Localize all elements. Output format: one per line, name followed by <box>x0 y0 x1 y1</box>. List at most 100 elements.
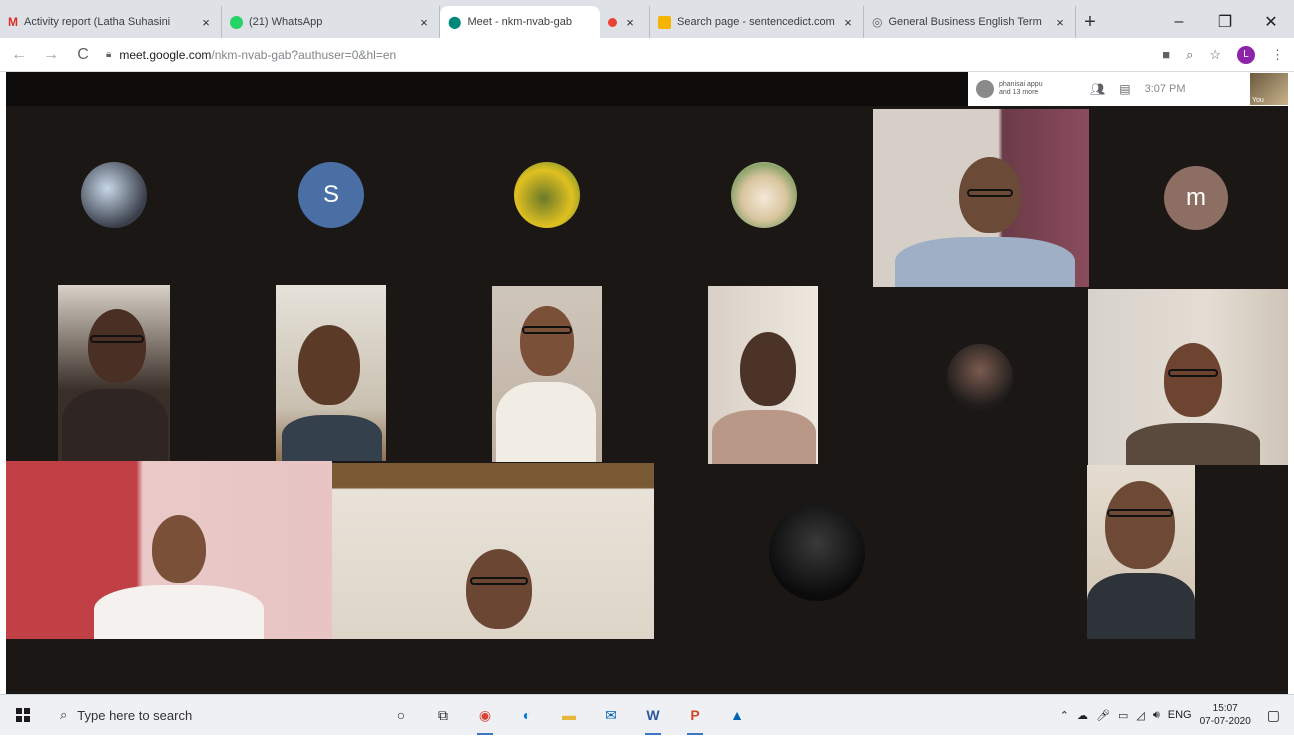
tab-general-business[interactable]: ◎ General Business English Term × <box>864 6 1076 38</box>
participant-glasses <box>1107 509 1173 517</box>
window-controls: – ❐ ✕ <box>1156 6 1294 38</box>
participant-glasses <box>967 189 1013 197</box>
powerpoint-icon[interactable]: P <box>684 704 706 735</box>
participant-video <box>6 461 332 639</box>
tab-label: (21) WhatsApp <box>249 16 323 28</box>
tab-label: Activity report (Latha Suhasini <box>24 16 171 28</box>
back-button[interactable]: ← <box>10 46 28 64</box>
forward-button[interactable]: → <box>42 46 60 64</box>
reload-button[interactable]: C <box>74 46 92 64</box>
mail-icon[interactable]: ✉ <box>600 704 622 726</box>
profile-avatar[interactable]: L <box>1237 45 1255 64</box>
avatar-letter: m <box>1186 184 1206 211</box>
battery-icon[interactable]: ▭ <box>1118 709 1128 722</box>
tab-label: General Business English Term <box>888 16 1042 28</box>
participant-body <box>282 415 382 461</box>
sentencedict-icon <box>658 15 671 29</box>
wifi-icon[interactable]: ◿ <box>1136 709 1144 722</box>
windows-taskbar: ⌕ Type here to search ○ ⧉ ◉ ◐ ▬ ✉ W P ▲ … <box>0 694 1294 735</box>
participant-video <box>873 109 1089 287</box>
windows-logo-icon <box>16 708 30 722</box>
participant-face <box>152 515 206 583</box>
close-tab-icon[interactable]: × <box>417 15 431 30</box>
close-window-icon[interactable]: ✕ <box>1248 12 1294 32</box>
participant-avatar-dark <box>769 505 865 601</box>
bookmark-star-icon[interactable]: ☆ <box>1209 47 1221 63</box>
close-tab-icon[interactable]: × <box>623 15 637 30</box>
microphone-icon[interactable]: 🎤︎ <box>1096 709 1110 722</box>
participant-video <box>332 463 654 639</box>
participant-avatar-m: m <box>1164 166 1228 230</box>
self-view-thumbnail[interactable]: You <box>1250 73 1288 105</box>
action-center-icon[interactable]: ▢ <box>1267 707 1280 724</box>
restore-icon[interactable]: ❐ <box>1202 12 1248 32</box>
participant-face <box>520 306 574 376</box>
recording-icon <box>608 17 617 27</box>
participant-avatar-photo <box>81 162 147 228</box>
onedrive-icon[interactable]: ☁ <box>1077 709 1088 722</box>
close-tab-icon[interactable]: × <box>841 15 855 30</box>
url-path: /nkm-nvab-gab?authuser=0&hl=en <box>211 47 397 62</box>
clock-date: 07-07-2020 <box>1199 716 1251 727</box>
taskbar-clock[interactable]: 15:07 07-07-2020 <box>1200 702 1251 728</box>
chat-icon[interactable]: ▤ <box>1119 82 1130 96</box>
tab-meet[interactable]: ⬤ Meet - nkm-nvab-gab <box>440 6 600 38</box>
address-bar[interactable]: 🔒︎ meet.google.com/nkm-nvab-gab?authuser… <box>106 48 1148 62</box>
participant-video <box>1088 289 1288 465</box>
participant-face <box>740 332 796 406</box>
tab-whatsapp[interactable]: (21) WhatsApp × <box>222 6 440 38</box>
start-button[interactable] <box>0 695 46 736</box>
participant-glasses <box>1168 369 1218 377</box>
participant-body <box>496 382 596 462</box>
edge-icon[interactable]: ◐ <box>516 704 538 726</box>
menu-kebab-icon[interactable]: ⋮ <box>1271 47 1284 63</box>
tab-recording[interactable]: × <box>600 6 650 38</box>
meet-clock: 3:07 PM <box>1144 83 1186 95</box>
volume-icon[interactable]: 🔊︎ <box>1153 709 1160 722</box>
participant-video <box>708 286 818 464</box>
word-icon[interactable]: W <box>642 704 664 735</box>
participant-avatar-s: S <box>298 162 364 228</box>
participants-line1: phanisai appu <box>999 81 1043 88</box>
whatsapp-icon <box>230 15 243 29</box>
task-view-icon[interactable]: ⧉ <box>432 704 454 726</box>
tab-sentencedict[interactable]: Search page - sentencedict.com × <box>650 6 864 38</box>
minimize-icon[interactable]: – <box>1156 13 1202 31</box>
taskbar-search[interactable]: ⌕ Type here to search <box>46 695 386 736</box>
participant-body <box>94 585 264 639</box>
search-placeholder: Type here to search <box>77 707 193 723</box>
camera-icon[interactable]: ■ <box>1162 47 1170 62</box>
participants-line2: and 13 more <box>999 89 1039 96</box>
participant-video <box>1087 465 1195 639</box>
zoom-icon[interactable]: ⌕ <box>1186 47 1193 63</box>
participant-avatar-bird <box>514 162 580 228</box>
participant-face <box>88 309 146 383</box>
close-tab-icon[interactable]: × <box>199 15 213 30</box>
gmail-icon: M <box>8 15 18 29</box>
new-tab-button[interactable]: + <box>1076 6 1104 38</box>
tab-label: Search page - sentencedict.com <box>677 16 835 28</box>
participant-body <box>712 410 816 464</box>
participant-body <box>62 389 168 461</box>
participant-body <box>895 237 1075 287</box>
chrome-icon[interactable]: ◉ <box>474 704 496 735</box>
cortana-icon[interactable]: ○ <box>390 704 412 726</box>
participant-avatar-photo <box>947 344 1013 410</box>
close-tab-icon[interactable]: × <box>1053 15 1067 30</box>
participant-video <box>276 285 386 461</box>
participant-video <box>492 286 602 462</box>
participant-face <box>466 549 532 629</box>
avatar-letter: S <box>322 181 339 208</box>
people-icon[interactable]: 👥︎ <box>1090 82 1105 96</box>
tab-gmail[interactable]: M Activity report (Latha Suhasini × <box>0 6 222 38</box>
show-hidden-icons-icon[interactable]: ⌃ <box>1060 709 1069 722</box>
globe-icon: ◎ <box>872 15 883 29</box>
participant-avatar <box>976 80 994 98</box>
participants-summary[interactable]: phanisai appu and 13 more <box>976 80 1076 98</box>
file-explorer-icon[interactable]: ▬ <box>558 704 580 726</box>
participant-video <box>58 285 170 461</box>
participant-glasses <box>470 577 528 585</box>
language-indicator[interactable]: ENG <box>1168 709 1192 721</box>
photos-icon[interactable]: ▲ <box>726 704 748 726</box>
participant-face <box>298 325 360 405</box>
